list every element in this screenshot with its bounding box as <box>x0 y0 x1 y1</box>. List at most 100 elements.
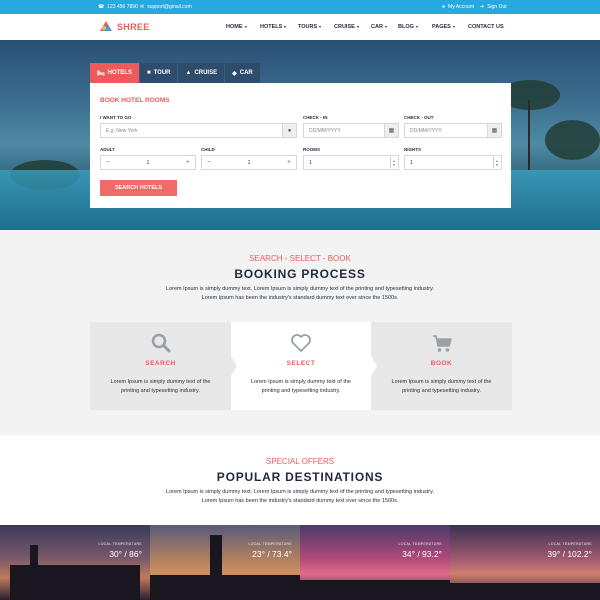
tab-hotels[interactable]: 🛏 HOTELS <box>90 63 139 87</box>
my-account-label[interactable]: My Account <box>448 4 474 10</box>
email-info[interactable]: ✉ support@gmail.com <box>140 4 192 10</box>
process-desc-line: Lorem Ipsum is simply dummy text. Lorem … <box>166 286 434 292</box>
checkout-input[interactable]: DD/MM/YYYY ▦ <box>404 123 502 138</box>
step-select-text: Lorem Ipsum is simply dummy text of the … <box>239 378 363 395</box>
nav-blog[interactable]: BLOG <box>398 24 418 30</box>
temp-label: LOCAL TEMPERATURE <box>398 542 442 546</box>
step-select-label: SELECT <box>286 360 316 367</box>
nav-hotels[interactable]: HOTELS <box>260 24 287 30</box>
rooms-select[interactable]: 1 ▲ ▼ <box>303 155 399 170</box>
checkin-input[interactable]: DD/MM/YYYY ▦ <box>303 123 399 138</box>
email-address[interactable]: support@gmail.com <box>147 4 192 10</box>
destinations-desc-line: Lorem Ipsum has been the industry's stan… <box>201 497 399 504</box>
search-hotels-button[interactable]: SEARCH HOTELS <box>100 180 177 196</box>
booking-tabs: 🛏 HOTELS ■ TOUR ▲ CRUISE ◆ CAR <box>90 63 261 87</box>
step-text-line: printing and typesetting industry. <box>261 387 341 394</box>
city-skyline <box>150 575 300 600</box>
nav-contact-label: CONTACT US <box>468 24 504 30</box>
nav-car[interactable]: CAR <box>371 24 387 30</box>
destinations-description: Lorem Ipsum is simply dummy text. Lorem … <box>0 488 600 505</box>
destination-card[interactable]: LOCAL TEMPERATURE 30° / 86° <box>0 525 150 600</box>
destination-card[interactable]: LOCAL TEMPERATURE 34° / 93.2° <box>300 525 450 600</box>
checkout-label: CHECK - OUT <box>404 115 434 120</box>
ship-icon: ▲ <box>185 70 192 76</box>
destination-card[interactable]: LOCAL TEMPERATURE 39° / 102.2° <box>450 525 600 600</box>
tab-tour[interactable]: ■ TOUR <box>139 63 178 83</box>
my-account-link[interactable]: ● My Account <box>442 4 474 10</box>
nav-pages-label: PAGES <box>432 24 451 30</box>
nights-label: NIGHTS <box>404 147 422 152</box>
adult-stepper[interactable]: − 1 + <box>100 155 196 170</box>
sign-out-icon: ➜ <box>480 3 485 10</box>
destinations-section: SPECIAL OFFERS POPULAR DESTINATIONS Lore… <box>0 435 600 600</box>
booking-form: BOOK HOTEL ROOMS I WANT TO GO E.g. New Y… <box>90 83 511 208</box>
select-arrows-icon: ▲ ▼ <box>493 157 500 168</box>
select-arrows-icon: ▲ ▼ <box>390 157 397 168</box>
destination-placeholder: E.g. New York <box>106 127 138 134</box>
step-text-line: Lorem Ipsum is simply dummy text of the <box>110 379 211 385</box>
checkin-label: CHECK - IN <box>303 115 328 120</box>
suitcase-icon: ■ <box>146 70 151 76</box>
destination-input[interactable]: E.g. New York ● <box>100 123 297 138</box>
adult-label: ADULT <box>100 147 115 152</box>
destinations-desc-line: Lorem Ipsum is simply dummy text. Lorem … <box>166 489 434 495</box>
tab-hotels-label: HOTELS <box>107 70 132 76</box>
nav-cruise-label: CRUISE <box>334 24 355 30</box>
temp-value: 23° / 73.4° <box>252 549 292 559</box>
header: SHREE HOME HOTELS TOURS CRUISE CAR BLOG … <box>0 14 600 40</box>
nav-home-label: HOME <box>226 24 243 30</box>
cart-icon <box>431 332 453 354</box>
tab-car[interactable]: ◆ CAR <box>225 63 260 83</box>
child-stepper[interactable]: − 1 + <box>201 155 297 170</box>
location-pin-icon[interactable]: ● <box>282 124 296 137</box>
temp-value: 39° / 102.2° <box>547 549 592 559</box>
tab-cruise-label: CRUISE <box>194 70 218 76</box>
adult-value: 1 <box>146 159 150 166</box>
temp-label: LOCAL TEMPERATURE <box>248 542 292 546</box>
user-icon: ● <box>442 3 446 10</box>
checkin-placeholder: DD/MM/YYYY <box>309 127 341 134</box>
minus-icon[interactable]: − <box>106 159 110 166</box>
bridge-silhouette <box>300 580 450 600</box>
nav-cruise[interactable]: CRUISE <box>334 24 359 30</box>
calendar-icon[interactable]: ▦ <box>384 124 398 137</box>
step-book-label: BOOK <box>430 360 453 367</box>
nav-contact-us[interactable]: CONTACT US <box>468 24 504 30</box>
booking-title: BOOK HOTEL ROOMS <box>100 97 170 104</box>
temp-label: LOCAL TEMPERATURE <box>548 542 592 546</box>
minus-icon[interactable]: − <box>207 159 211 166</box>
palm-tree <box>545 120 600 160</box>
plus-icon[interactable]: + <box>287 159 291 166</box>
phone-icon: ☎ <box>98 3 105 10</box>
mail-icon: ✉ <box>140 3 145 10</box>
chevron-down-icon <box>415 26 418 28</box>
nights-value: 1 <box>410 159 413 166</box>
step-book-text: Lorem Ipsum is simply dummy text of the … <box>379 378 504 395</box>
tower-silhouette <box>30 545 38 575</box>
phone-info: ☎ 123 456 7890 <box>98 4 138 10</box>
tab-cruise[interactable]: ▲ CRUISE <box>178 63 225 83</box>
rooms-label: ROOMS <box>303 147 321 152</box>
car-icon: ◆ <box>232 70 237 77</box>
plus-icon[interactable]: + <box>186 159 190 166</box>
nav-pages[interactable]: PAGES <box>432 24 455 30</box>
heart-icon <box>290 332 312 354</box>
nav-hotels-label: HOTELS <box>260 24 283 30</box>
destination-label: I WANT TO GO <box>100 115 132 120</box>
process-kicker: SEARCH - SELECT - BOOK <box>249 254 351 263</box>
nav-home[interactable]: HOME <box>226 24 247 30</box>
phone-number: 123 456 7890 <box>107 4 138 10</box>
destination-card[interactable]: LOCAL TEMPERATURE 23° / 73.4° <box>150 525 300 600</box>
tab-tour-label: TOUR <box>153 70 171 76</box>
nav-tours[interactable]: TOURS <box>298 24 322 30</box>
chevron-down-icon <box>384 26 387 28</box>
temp-value: 30° / 86° <box>109 549 142 559</box>
process-desc-line: Lorem Ipsum has been the industry's stan… <box>201 294 399 301</box>
nights-select[interactable]: 1 ▲ ▼ <box>404 155 502 170</box>
destinations-kicker: SPECIAL OFFERS <box>265 457 335 466</box>
sign-out-label[interactable]: Sign Out <box>487 4 506 10</box>
sign-out-link[interactable]: ➜ Sign Out <box>480 4 507 10</box>
calendar-icon[interactable]: ▦ <box>487 124 501 137</box>
checkout-placeholder: DD/MM/YYYY <box>410 127 442 134</box>
booking-process-section: SEARCH - SELECT - BOOK BOOKING PROCESS L… <box>0 230 600 435</box>
